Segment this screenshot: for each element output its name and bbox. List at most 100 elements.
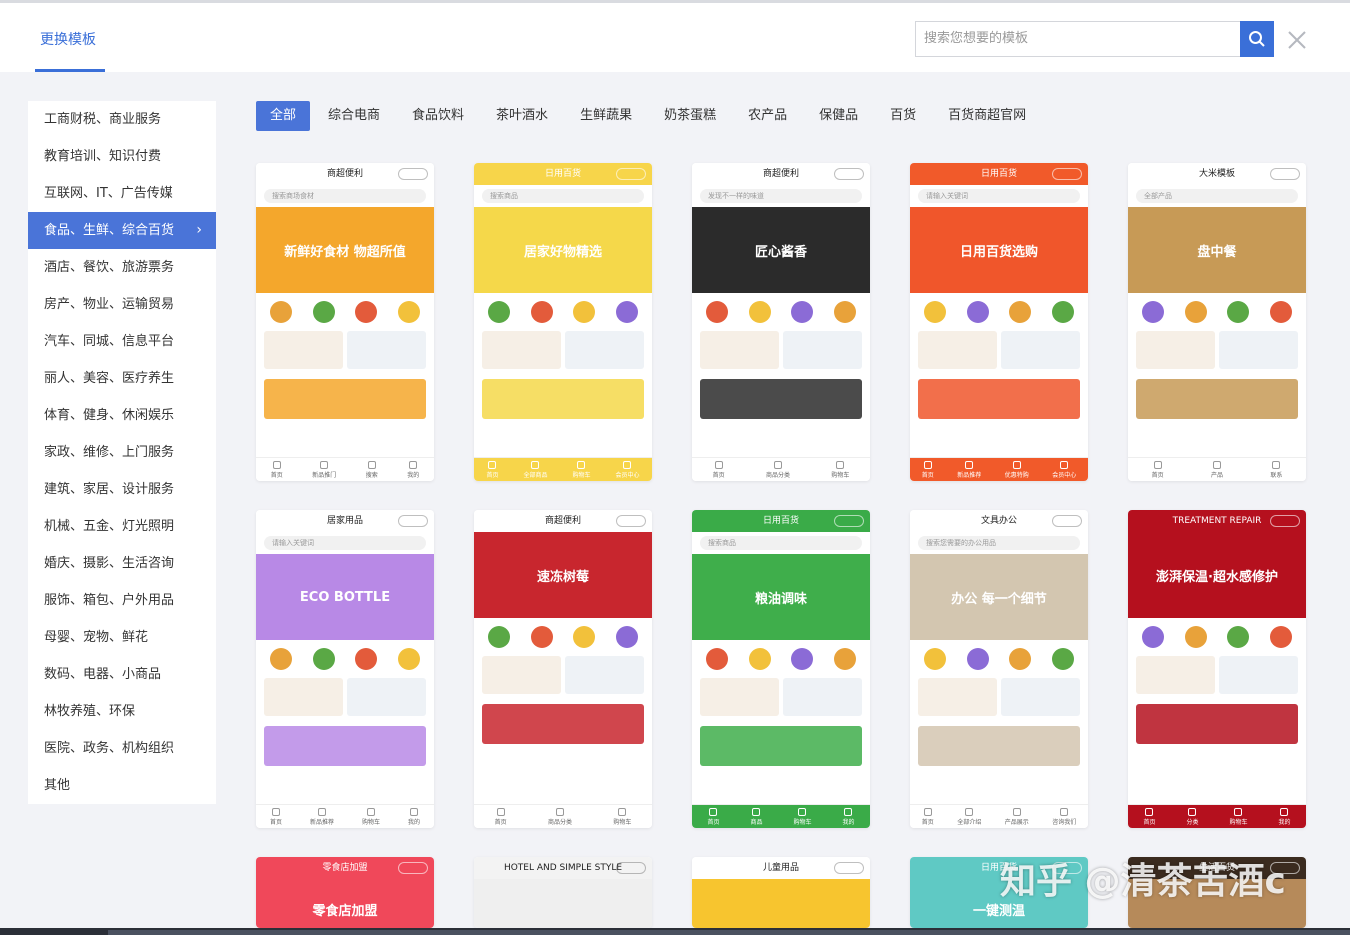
nav-label: 首页 [707, 818, 720, 826]
nav-icon [709, 807, 718, 816]
template-search-bar: 发现不一样的味道 [700, 189, 862, 203]
category-tab[interactable]: 保健品 [805, 101, 872, 131]
sidebar-item[interactable]: 婚庆、摄影、生活咨询 [28, 545, 216, 582]
sidebar-item[interactable]: 丽人、美容、医疗养生 [28, 360, 216, 397]
promo-tile [700, 678, 779, 716]
template-card[interactable]: 儿童用品 [692, 857, 870, 928]
product-icon [924, 648, 947, 670]
sidebar-item[interactable]: 体育、健身、休闲娱乐 [28, 397, 216, 434]
nav-label: 购物车 [572, 471, 591, 479]
template-header: 居家用品 [256, 510, 434, 532]
template-card[interactable]: 大米模板 全部产品 盘中餐 首页 产品 联系 [1128, 163, 1306, 481]
sidebar-item[interactable]: 汽车、同城、信息平台 [28, 323, 216, 360]
template-card[interactable]: HOTEL AND SIMPLE STYLE [474, 857, 652, 928]
promo-tile [918, 331, 997, 369]
promo-tile [1136, 656, 1215, 694]
promo-tile [347, 331, 426, 369]
sidebar-item[interactable]: 医院、政务、机构组织 [28, 730, 216, 767]
template-banner: 速冻树莓 [474, 532, 652, 618]
template-banner: 盘中餐 [1128, 207, 1306, 293]
template-card[interactable]: 日用百货 搜索商品 居家好物精选 首页 全部商品 购物车 会员中心 [474, 163, 652, 481]
sidebar-item[interactable]: 建筑、家居、设计服务 [28, 471, 216, 508]
bottom-nav-item: 搜索 [366, 460, 378, 479]
nav-label: 产品 [1210, 471, 1223, 479]
sidebar-item[interactable]: 机械、五金、灯光照明 [28, 508, 216, 545]
sidebar-item[interactable]: 数码、电器、小商品 [28, 656, 216, 693]
capsule-menu-icon [834, 168, 864, 180]
template-icon-row [1128, 293, 1306, 325]
scrollbar-thumb[interactable] [108, 930, 1350, 935]
promo-tile [1001, 331, 1080, 369]
category-tab[interactable]: 百货商超官网 [934, 101, 1040, 131]
category-tab[interactable]: 生鲜蔬果 [566, 101, 646, 131]
sidebar-item[interactable]: 酒店、餐饮、旅游票务 [28, 249, 216, 286]
category-tab[interactable]: 食品饮料 [398, 101, 478, 131]
sidebar-item[interactable]: 互联网、IT、广告传媒 [28, 175, 216, 212]
sidebar-item[interactable]: 服饰、箱包、户外用品 [28, 582, 216, 619]
sidebar-item[interactable]: 工商财税、商业服务 [28, 101, 216, 138]
nav-label: 产品展示 [1004, 818, 1029, 826]
product-icon [924, 301, 947, 323]
template-card[interactable]: 商超便利 发现不一样的味道 匠心酱香 首页 商品分类 购物车 [692, 163, 870, 481]
category-tab[interactable]: 茶叶酒水 [482, 101, 562, 131]
capsule-menu-icon [1052, 515, 1082, 527]
product-icon [488, 301, 511, 323]
category-tab[interactable]: 百货 [876, 101, 930, 131]
search-button[interactable] [1240, 21, 1274, 57]
template-card[interactable]: TREATMENT REPAIR 澎湃保温·超水感修护 首页 分类 购物车 我的 [1128, 510, 1306, 828]
template-bottom-nav: 首页 全部介绍 产品展示 咨询我们 [910, 804, 1088, 828]
promo-tile [783, 331, 862, 369]
nav-icon [923, 460, 932, 469]
template-tiles [474, 650, 652, 700]
bottom-nav-item: 新品推门 [312, 460, 336, 479]
bottom-nav-item: 购物车 [831, 460, 850, 479]
category-tab[interactable]: 综合电商 [314, 101, 394, 131]
sidebar-item[interactable]: 母婴、宠物、鲜花 [28, 619, 216, 656]
product-icon [1142, 301, 1165, 323]
sidebar-item[interactable]: 家政、维修、上门服务 [28, 434, 216, 471]
promo-tile [482, 331, 561, 369]
bottom-nav-item: 咨询我们 [1052, 807, 1076, 826]
nav-icon [798, 807, 807, 816]
sidebar-item[interactable]: 其他 [28, 767, 216, 804]
category-tab[interactable]: 奶茶蛋糕 [650, 101, 730, 131]
template-bottom-nav: 首页 新品推荐 优惠特购 会员中心 [910, 457, 1088, 481]
template-bottom-nav: 首页 全部商品 购物车 会员中心 [474, 457, 652, 481]
template-strip [482, 379, 644, 419]
sidebar-item[interactable]: 房产、物业、运输贸易 [28, 286, 216, 323]
nav-icon [714, 460, 723, 469]
nav-icon [1060, 460, 1069, 469]
template-tiles [256, 325, 434, 375]
template-card[interactable]: 商超便利 搜索商场食材 新鲜好食材 物超所值 首页 新品推门 搜索 我的 [256, 163, 434, 481]
sidebar-item-active[interactable]: 食品、生鲜、综合百货 › [28, 212, 216, 249]
template-tiles [692, 672, 870, 722]
template-search-bar: 请输入关键词 [918, 189, 1080, 203]
template-card[interactable]: 日用百货 搜索商品 粮油调味 首页 商品 购物车 我的 [692, 510, 870, 828]
watermark: 知乎 @清茶苦酒c [1000, 861, 1286, 902]
category-tab-all[interactable]: 全部 [256, 101, 311, 131]
bottom-nav-item: 分类 [1186, 807, 1199, 826]
template-card[interactable]: 居家用品 请输入关键词 ECO BOTTLE 首页 新品推荐 购物车 我的 [256, 510, 434, 828]
template-card[interactable]: 商超便利 速冻树莓 首页 商品分类 购物车 [474, 510, 652, 828]
nav-label: 购物车 [831, 471, 850, 479]
category-tab[interactable]: 农产品 [734, 101, 801, 131]
nav-icon [271, 807, 280, 816]
nav-label: 首页 [1151, 471, 1164, 479]
template-header: 商超便利 [256, 163, 434, 185]
template-tiles [474, 325, 652, 375]
bottom-nav-item: 产品展示 [1004, 807, 1029, 826]
promo-tile [1219, 656, 1298, 694]
close-icon[interactable] [1285, 28, 1309, 52]
horizontal-scrollbar[interactable] [0, 928, 1350, 935]
template-header: TREATMENT REPAIR [1128, 510, 1306, 532]
search-input[interactable]: 搜索您想要的模板 [915, 21, 1241, 57]
sidebar-item[interactable]: 教育培训、知识付费 [28, 138, 216, 175]
template-card[interactable]: 日用百货 请输入关键词 日用百货选购 首页 新品推荐 优惠特购 会员中心 [910, 163, 1088, 481]
template-card[interactable]: 零食店加盟 零食店加盟 [256, 857, 434, 928]
tab-change-template[interactable]: 更换模板 [40, 29, 96, 49]
template-search-bar: 搜索您需要的办公用品 [918, 536, 1080, 550]
template-strip [700, 726, 862, 766]
sidebar-item[interactable]: 林牧养殖、环保 [28, 693, 216, 730]
bottom-nav-item: 会员中心 [615, 460, 640, 479]
template-card[interactable]: 文具办公 搜索您需要的办公用品 办公 每一个细节 首页 全部介绍 产品展示 咨询我们 [910, 510, 1088, 828]
